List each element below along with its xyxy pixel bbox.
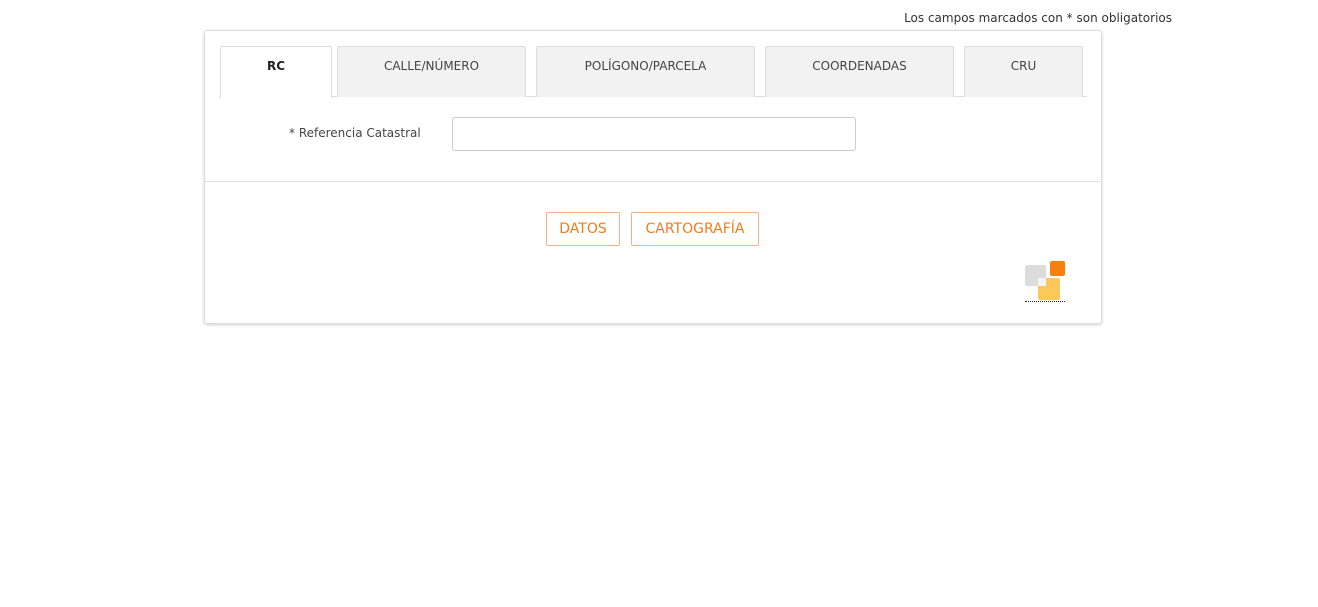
required-fields-note: Los campos marcados con * son obligatori…: [904, 11, 1172, 25]
tab-calle-numero[interactable]: CALLE/NÚMERO: [337, 46, 526, 97]
cartografia-button[interactable]: CARTOGRAFÍA: [631, 212, 759, 246]
catastro-logo-icon[interactable]: [1024, 260, 1066, 302]
datos-button[interactable]: DATOS: [546, 212, 620, 246]
referencia-catastral-input[interactable]: [452, 117, 856, 151]
tab-poligono-parcela[interactable]: POLÍGONO/PARCELA: [536, 46, 755, 97]
referencia-catastral-label: * Referencia Catastral: [289, 126, 421, 140]
logo-white-square: [1038, 278, 1046, 286]
search-tabs: RC CALLE/NÚMERO POLÍGONO/PARCELA COORDEN…: [220, 46, 1087, 98]
section-divider: [205, 181, 1101, 182]
search-panel: RC CALLE/NÚMERO POLÍGONO/PARCELA COORDEN…: [204, 30, 1102, 324]
logo-orange-square: [1050, 261, 1065, 276]
tab-rc[interactable]: RC: [220, 46, 332, 98]
tab-cru[interactable]: CRU: [964, 46, 1083, 97]
tab-coordenadas[interactable]: COORDENADAS: [765, 46, 954, 97]
logo-link-underline: [1025, 301, 1065, 302]
